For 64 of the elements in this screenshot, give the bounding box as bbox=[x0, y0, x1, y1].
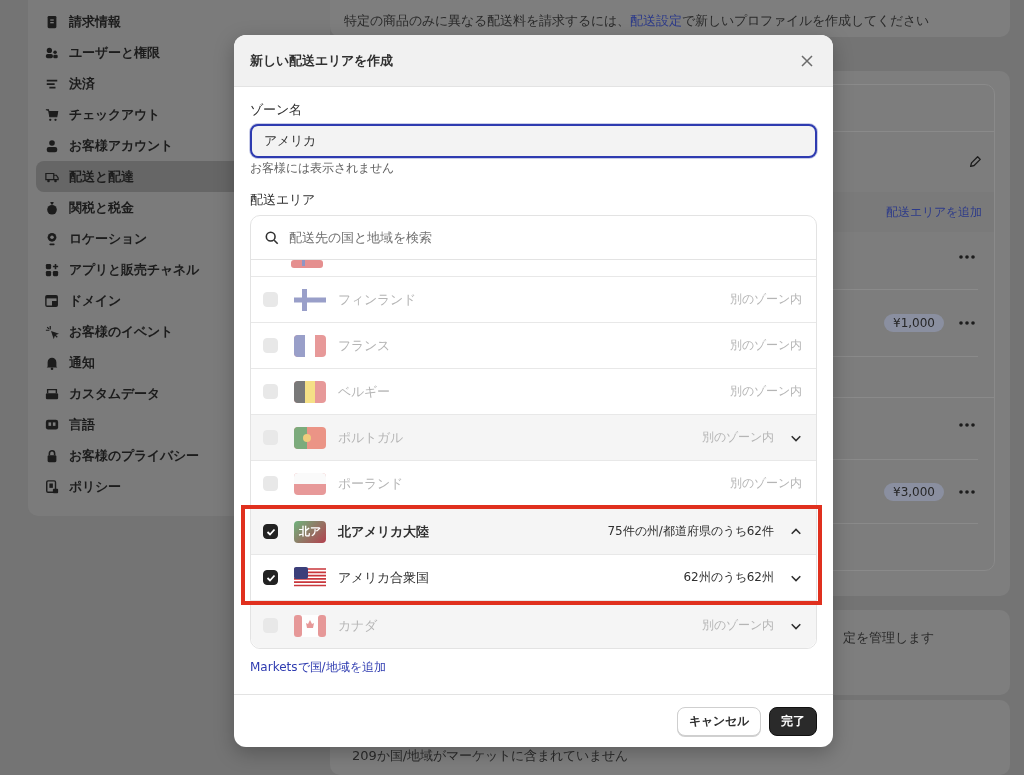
country-name: 北アメリカ大陸 bbox=[338, 522, 430, 541]
close-icon bbox=[801, 54, 813, 67]
country-name: カナダ bbox=[338, 616, 378, 635]
sparkle-icon bbox=[45, 324, 59, 339]
notice-text: 特定の商品のみに異なる配送料を請求するには、配送設定で新しいプロファイルを作成してください bbox=[344, 12, 929, 31]
flag-icon bbox=[294, 380, 326, 403]
unlisted-text: 209か国/地域がマーケットに含まれていません bbox=[352, 747, 630, 765]
lock-icon bbox=[45, 448, 59, 463]
country-name: ポルトガル bbox=[338, 428, 404, 447]
field-label: 配送エリア bbox=[250, 191, 316, 209]
apps-icon bbox=[45, 262, 59, 277]
flag-icon bbox=[294, 566, 326, 589]
sidebar-item[interactable]: 請求情報 bbox=[36, 6, 330, 37]
more-icon bbox=[958, 320, 976, 327]
status-text: 別のゾーン内 bbox=[730, 475, 802, 492]
country-name: フィンランド bbox=[338, 290, 417, 309]
done-button[interactable]: 完了 bbox=[769, 706, 817, 736]
status-text: 別のゾーン内 bbox=[702, 617, 774, 634]
status-text: 別のゾーン内 bbox=[730, 337, 802, 354]
status-text: 別のゾーン内 bbox=[730, 383, 802, 400]
flag-icon bbox=[294, 472, 326, 495]
users-icon bbox=[45, 45, 59, 60]
checkbox[interactable] bbox=[263, 570, 278, 585]
country-name: アメリカ合衆国 bbox=[338, 568, 430, 587]
markets-link[interactable]: Marketsで国/地域を追加 bbox=[250, 659, 386, 676]
markets-text: 定を管理します bbox=[843, 628, 934, 647]
more-icon bbox=[958, 422, 976, 429]
more-icon bbox=[958, 254, 976, 261]
pin-icon bbox=[45, 231, 59, 246]
person-icon bbox=[45, 138, 59, 153]
dialog-title: 新しい配送エリアを作成 bbox=[250, 51, 393, 70]
checkbox[interactable] bbox=[263, 524, 278, 539]
receipt-icon bbox=[45, 14, 59, 29]
more-icon bbox=[958, 488, 976, 495]
area-row[interactable]: 北ア 北アメリカ大陸 75件の州/都道府県のうち62件 bbox=[251, 509, 816, 555]
cart-icon bbox=[45, 107, 59, 122]
flag-icon bbox=[294, 426, 326, 449]
search-icon bbox=[265, 230, 279, 245]
add-area-link[interactable]: 配送エリアを追加 bbox=[886, 203, 982, 221]
region-badge: 北ア bbox=[294, 520, 326, 543]
country-name: フランス bbox=[338, 336, 391, 355]
cancel-button[interactable]: キャンセル bbox=[677, 706, 761, 736]
flag-icon bbox=[294, 334, 326, 357]
check-icon bbox=[265, 526, 276, 537]
flag-icon bbox=[294, 614, 326, 637]
flag-icon bbox=[294, 288, 326, 311]
settings-link[interactable]: 配送設定 bbox=[630, 13, 682, 29]
price-badge: ¥3,000 bbox=[884, 482, 944, 501]
country-name: ベルギー bbox=[338, 382, 391, 401]
zone-name-field[interactable]: アメリカ bbox=[250, 124, 817, 158]
status-text: 75件の州/都道府県のうち62件 bbox=[607, 523, 774, 540]
bell-icon bbox=[45, 355, 59, 370]
domain-icon bbox=[45, 293, 59, 308]
flag-icon bbox=[291, 260, 323, 268]
country-name: ポーランド bbox=[338, 474, 404, 493]
status-text: 62州のうち62州 bbox=[683, 569, 774, 586]
status-text: 別のゾーン内 bbox=[730, 291, 802, 308]
pencil-icon bbox=[968, 155, 982, 170]
check-icon bbox=[265, 572, 276, 583]
field-label: ゾーン名 bbox=[250, 101, 303, 119]
sidebar-item[interactable]: 決済 bbox=[36, 68, 330, 99]
status-text: 別のゾーン内 bbox=[702, 429, 774, 446]
search-field[interactable]: 配送先の国と地域を検索 bbox=[287, 229, 802, 246]
price-badge: ¥1,000 bbox=[884, 314, 944, 333]
